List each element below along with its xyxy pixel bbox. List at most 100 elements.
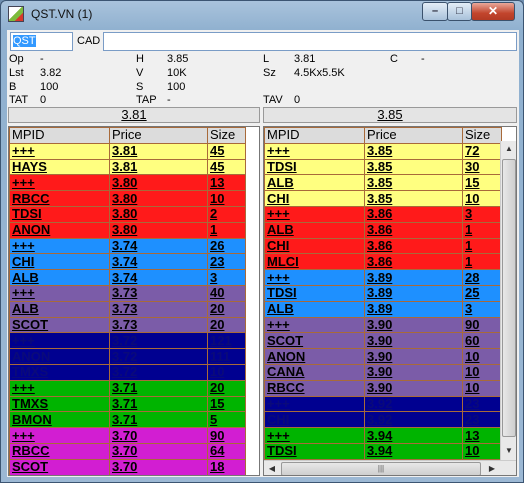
ask-size-cell: 60	[462, 332, 502, 350]
ask-size-cell: 15	[462, 174, 502, 192]
ask-book[interactable]: MPID Price Size +++ 3.85 72 TDSI 3.85 30 ALB 3.85 1…	[263, 126, 517, 476]
ask-row[interactable]: +++ 3.89 28	[264, 269, 502, 286]
ask-mpid-cell: CHI	[264, 190, 365, 207]
window-title: QST.VN (1)	[31, 7, 93, 21]
bid-row[interactable]: TMXS 3.72 10	[9, 363, 246, 381]
bid-mpid-cell: +++	[9, 379, 110, 397]
ask-price-cell: 3.86	[364, 253, 463, 271]
ask-table: MPID Price Size +++ 3.85 72 TDSI 3.85 30 ALB 3.85 1…	[264, 127, 502, 460]
ask-row[interactable]: TDSI 3.89 25	[264, 284, 502, 302]
horizontal-scroll-thumb[interactable]: |||	[281, 462, 481, 475]
ask-row[interactable]: +++ 3.86 3	[264, 205, 502, 223]
ask-row[interactable]: ALB 3.86 1	[264, 221, 502, 239]
ask-row[interactable]: CHI 3.92 23	[264, 411, 502, 429]
bid-row[interactable]: ALB 3.73 20	[9, 300, 246, 318]
bid-row[interactable]: RBCC 3.70 64	[9, 442, 246, 460]
ask-row[interactable]: +++ 3.90 90	[264, 316, 502, 334]
close-button[interactable]: ✕	[471, 2, 515, 21]
ask-vertical-scrollbar[interactable]: ▲ ▼	[500, 141, 516, 460]
bid-row[interactable]: +++ 3.81 45	[9, 142, 246, 160]
open-label: Op	[9, 53, 24, 65]
vertical-scroll-thumb[interactable]	[502, 159, 516, 437]
bid-row[interactable]: ALB 3.74 3	[9, 269, 246, 286]
bid-row[interactable]: RBCC 3.80 10	[9, 190, 246, 207]
high-value: 3.85	[167, 53, 189, 65]
ask-size-cell: 23	[462, 395, 502, 413]
bid-row[interactable]: CHI 3.74 23	[9, 253, 246, 271]
bid-size-cell: 20	[207, 316, 246, 334]
ask-row[interactable]: ALB 3.85 15	[264, 174, 502, 192]
ask-column-header-size[interactable]: Size	[462, 127, 502, 144]
bid-column-header-size[interactable]: Size	[207, 127, 246, 144]
symbol-input[interactable]: QST	[10, 32, 73, 51]
scroll-down-icon[interactable]: ▼	[502, 443, 516, 459]
bid-row[interactable]: +++ 3.72 121	[9, 332, 246, 350]
ask-price-cell: 3.90	[364, 379, 463, 397]
bid-size-cell: 111	[207, 348, 246, 365]
ask-row[interactable]: SCOT 3.90 60	[264, 332, 502, 350]
maximize-button[interactable]: □	[447, 2, 472, 21]
ask-row[interactable]: CHI 3.86 1	[264, 237, 502, 255]
bid-row[interactable]: SCOT 3.73 20	[9, 316, 246, 334]
ask-mpid-cell: CHI	[264, 411, 365, 429]
ask-mpid-cell: MLCI	[264, 253, 365, 271]
ask-row[interactable]: RBCC 3.90 10	[264, 379, 502, 397]
tat-label: TAT	[9, 94, 29, 106]
scroll-left-icon[interactable]: ◀	[264, 461, 280, 475]
ask-row[interactable]: +++ 3.85 72	[264, 142, 502, 160]
ask-row[interactable]: +++ 3.92 23	[264, 395, 502, 413]
last-label: Lst	[9, 67, 24, 79]
bid-price-cell: 3.80	[109, 174, 208, 192]
command-input[interactable]	[103, 32, 517, 51]
bid-row[interactable]: ANON 3.80 1	[9, 221, 246, 239]
ask-price-cell: 3.94	[364, 427, 463, 444]
bid-book[interactable]: MPID Price Size +++ 3.81 45 HAYS 3.81 45 +++ 3.80 1…	[8, 126, 260, 476]
best-ask-header[interactable]: 3.85	[263, 107, 517, 123]
bid-mpid-cell: SCOT	[9, 458, 110, 475]
bid-size-cell: 2	[207, 205, 246, 223]
ask-horizontal-scrollbar[interactable]: ◀ ||| ▶	[264, 460, 516, 475]
bid-row[interactable]: +++ 3.73 40	[9, 284, 246, 302]
bid-price-cell: 3.73	[109, 316, 208, 334]
bid-row[interactable]: +++ 3.74 26	[9, 237, 246, 255]
ask-row[interactable]: TDSI 3.85 30	[264, 158, 502, 176]
ask-size-cell: 3	[462, 205, 502, 223]
bid-price-cell: 3.71	[109, 411, 208, 429]
scroll-up-icon[interactable]: ▲	[502, 141, 516, 157]
bid-row[interactable]: +++ 3.71 20	[9, 379, 246, 397]
ask-row[interactable]: ANON 3.90 10	[264, 348, 502, 365]
ask-row[interactable]: TDSI 3.94 10	[264, 442, 502, 460]
ask-mpid-cell: ALB	[264, 174, 365, 192]
bid-row[interactable]: SCOT 3.70 18	[9, 458, 246, 475]
ask-column-header-price[interactable]: Price	[364, 127, 463, 144]
minimize-button[interactable]: –	[422, 2, 448, 21]
ask-row[interactable]: MLCI 3.86 1	[264, 253, 502, 271]
bid-column-header-mpid[interactable]: MPID	[9, 127, 110, 144]
bid-row[interactable]: +++ 3.70 90	[9, 427, 246, 444]
bid-mpid-cell: TMXS	[9, 363, 110, 381]
bid-row[interactable]: TMXS 3.71 15	[9, 395, 246, 413]
title-bar[interactable]: QST.VN (1) – □ ✕	[1, 1, 523, 29]
bid-size-cell: 40	[207, 284, 246, 302]
bid-row[interactable]: +++ 3.80 13	[9, 174, 246, 192]
ask-row[interactable]: ALB 3.89 3	[264, 300, 502, 318]
bid-column-header-price[interactable]: Price	[109, 127, 208, 144]
tav-label: TAV	[263, 94, 283, 106]
bid-row[interactable]: HAYS 3.81 45	[9, 158, 246, 176]
ask-row[interactable]: CANA 3.90 10	[264, 363, 502, 381]
bid-price-cell: 3.71	[109, 379, 208, 397]
ask-mpid-cell: ALB	[264, 300, 365, 318]
bid-size-cell: 121	[207, 332, 246, 350]
quote-window: QST.VN (1) – □ ✕ QST CAD Op - H 3.85 L 3…	[0, 0, 524, 483]
bid-row[interactable]: TDSI 3.80 2	[9, 205, 246, 223]
best-bid-header[interactable]: 3.81	[8, 107, 260, 123]
ask-column-header-mpid[interactable]: MPID	[264, 127, 365, 144]
bid-mpid-cell: SCOT	[9, 316, 110, 334]
scroll-right-icon[interactable]: ▶	[484, 461, 500, 475]
ask-row[interactable]: CHI 3.85 10	[264, 190, 502, 207]
ask-row[interactable]: +++ 3.94 13	[264, 427, 502, 444]
bid-row[interactable]: BMON 3.71 5	[9, 411, 246, 429]
bid-row[interactable]: ANON 3.72 111	[9, 348, 246, 365]
ask-size-cell: 30	[462, 158, 502, 176]
bid-size-cell: 45	[207, 158, 246, 176]
